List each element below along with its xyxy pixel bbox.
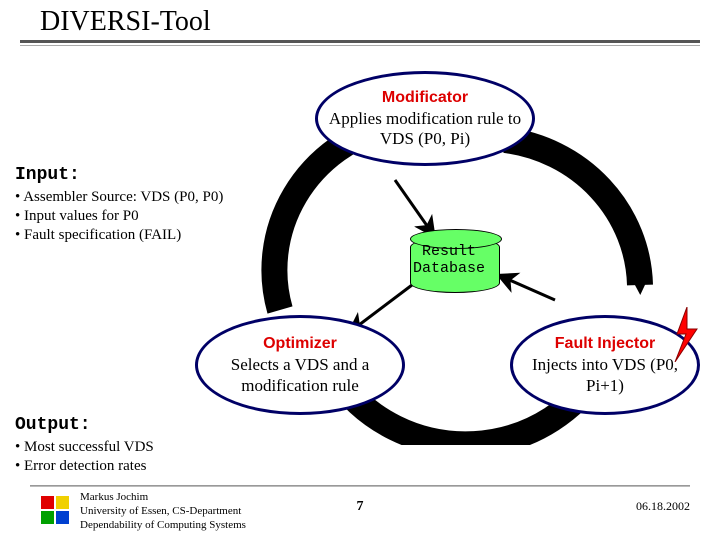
lightning-icon: [671, 307, 701, 362]
group-name: Dependability of Computing Systems: [80, 519, 246, 533]
author-name: Markus Jochim: [80, 491, 246, 505]
modificator-title: Modificator: [326, 88, 524, 107]
input-label: Input:: [15, 165, 80, 185]
optimizer-text: Selects a VDS and a modification rule: [206, 355, 394, 396]
footer-divider: [30, 485, 690, 487]
affiliation: University of Essen, CS-Department: [80, 505, 246, 519]
fault-injector-title: Fault Injector: [521, 334, 689, 353]
diagram-area: Input: Assembler Source: VDS (P0, P0) In…: [15, 55, 705, 455]
title-underline: [20, 45, 700, 46]
fault-injector-text: Injects into VDS (P0, Pi+1): [521, 355, 689, 396]
input-item: Fault specification (FAIL): [15, 226, 223, 245]
output-bullets: Most successful VDS Error detection rate…: [15, 438, 154, 476]
result-database-label: Result Database: [413, 243, 485, 278]
input-item: Input values for P0: [15, 207, 223, 226]
output-item: Error detection rates: [15, 457, 154, 476]
modificator-text: Applies modification rule to VDS (P0, Pi…: [326, 109, 524, 150]
slide-date: 06.18.2002: [636, 499, 690, 514]
logo-icon: [38, 493, 72, 527]
optimizer-title: Optimizer: [206, 334, 394, 353]
output-item: Most successful VDS: [15, 438, 154, 457]
input-bullets: Assembler Source: VDS (P0, P0) Input val…: [15, 188, 223, 244]
affiliation-block: Markus Jochim University of Essen, CS-De…: [80, 491, 246, 532]
page-number: 7: [357, 499, 364, 515]
input-item: Assembler Source: VDS (P0, P0): [15, 188, 223, 207]
optimizer-node: Optimizer Selects a VDS and a modificati…: [195, 315, 405, 415]
output-label: Output:: [15, 415, 91, 435]
modificator-node: Modificator Applies modification rule to…: [315, 71, 535, 166]
cycle-diagram: Result Database Modificator Applies modi…: [205, 65, 705, 445]
footer: Markus Jochim University of Essen, CS-De…: [0, 485, 720, 540]
page-title: DIVERSI-Tool: [20, 0, 700, 43]
